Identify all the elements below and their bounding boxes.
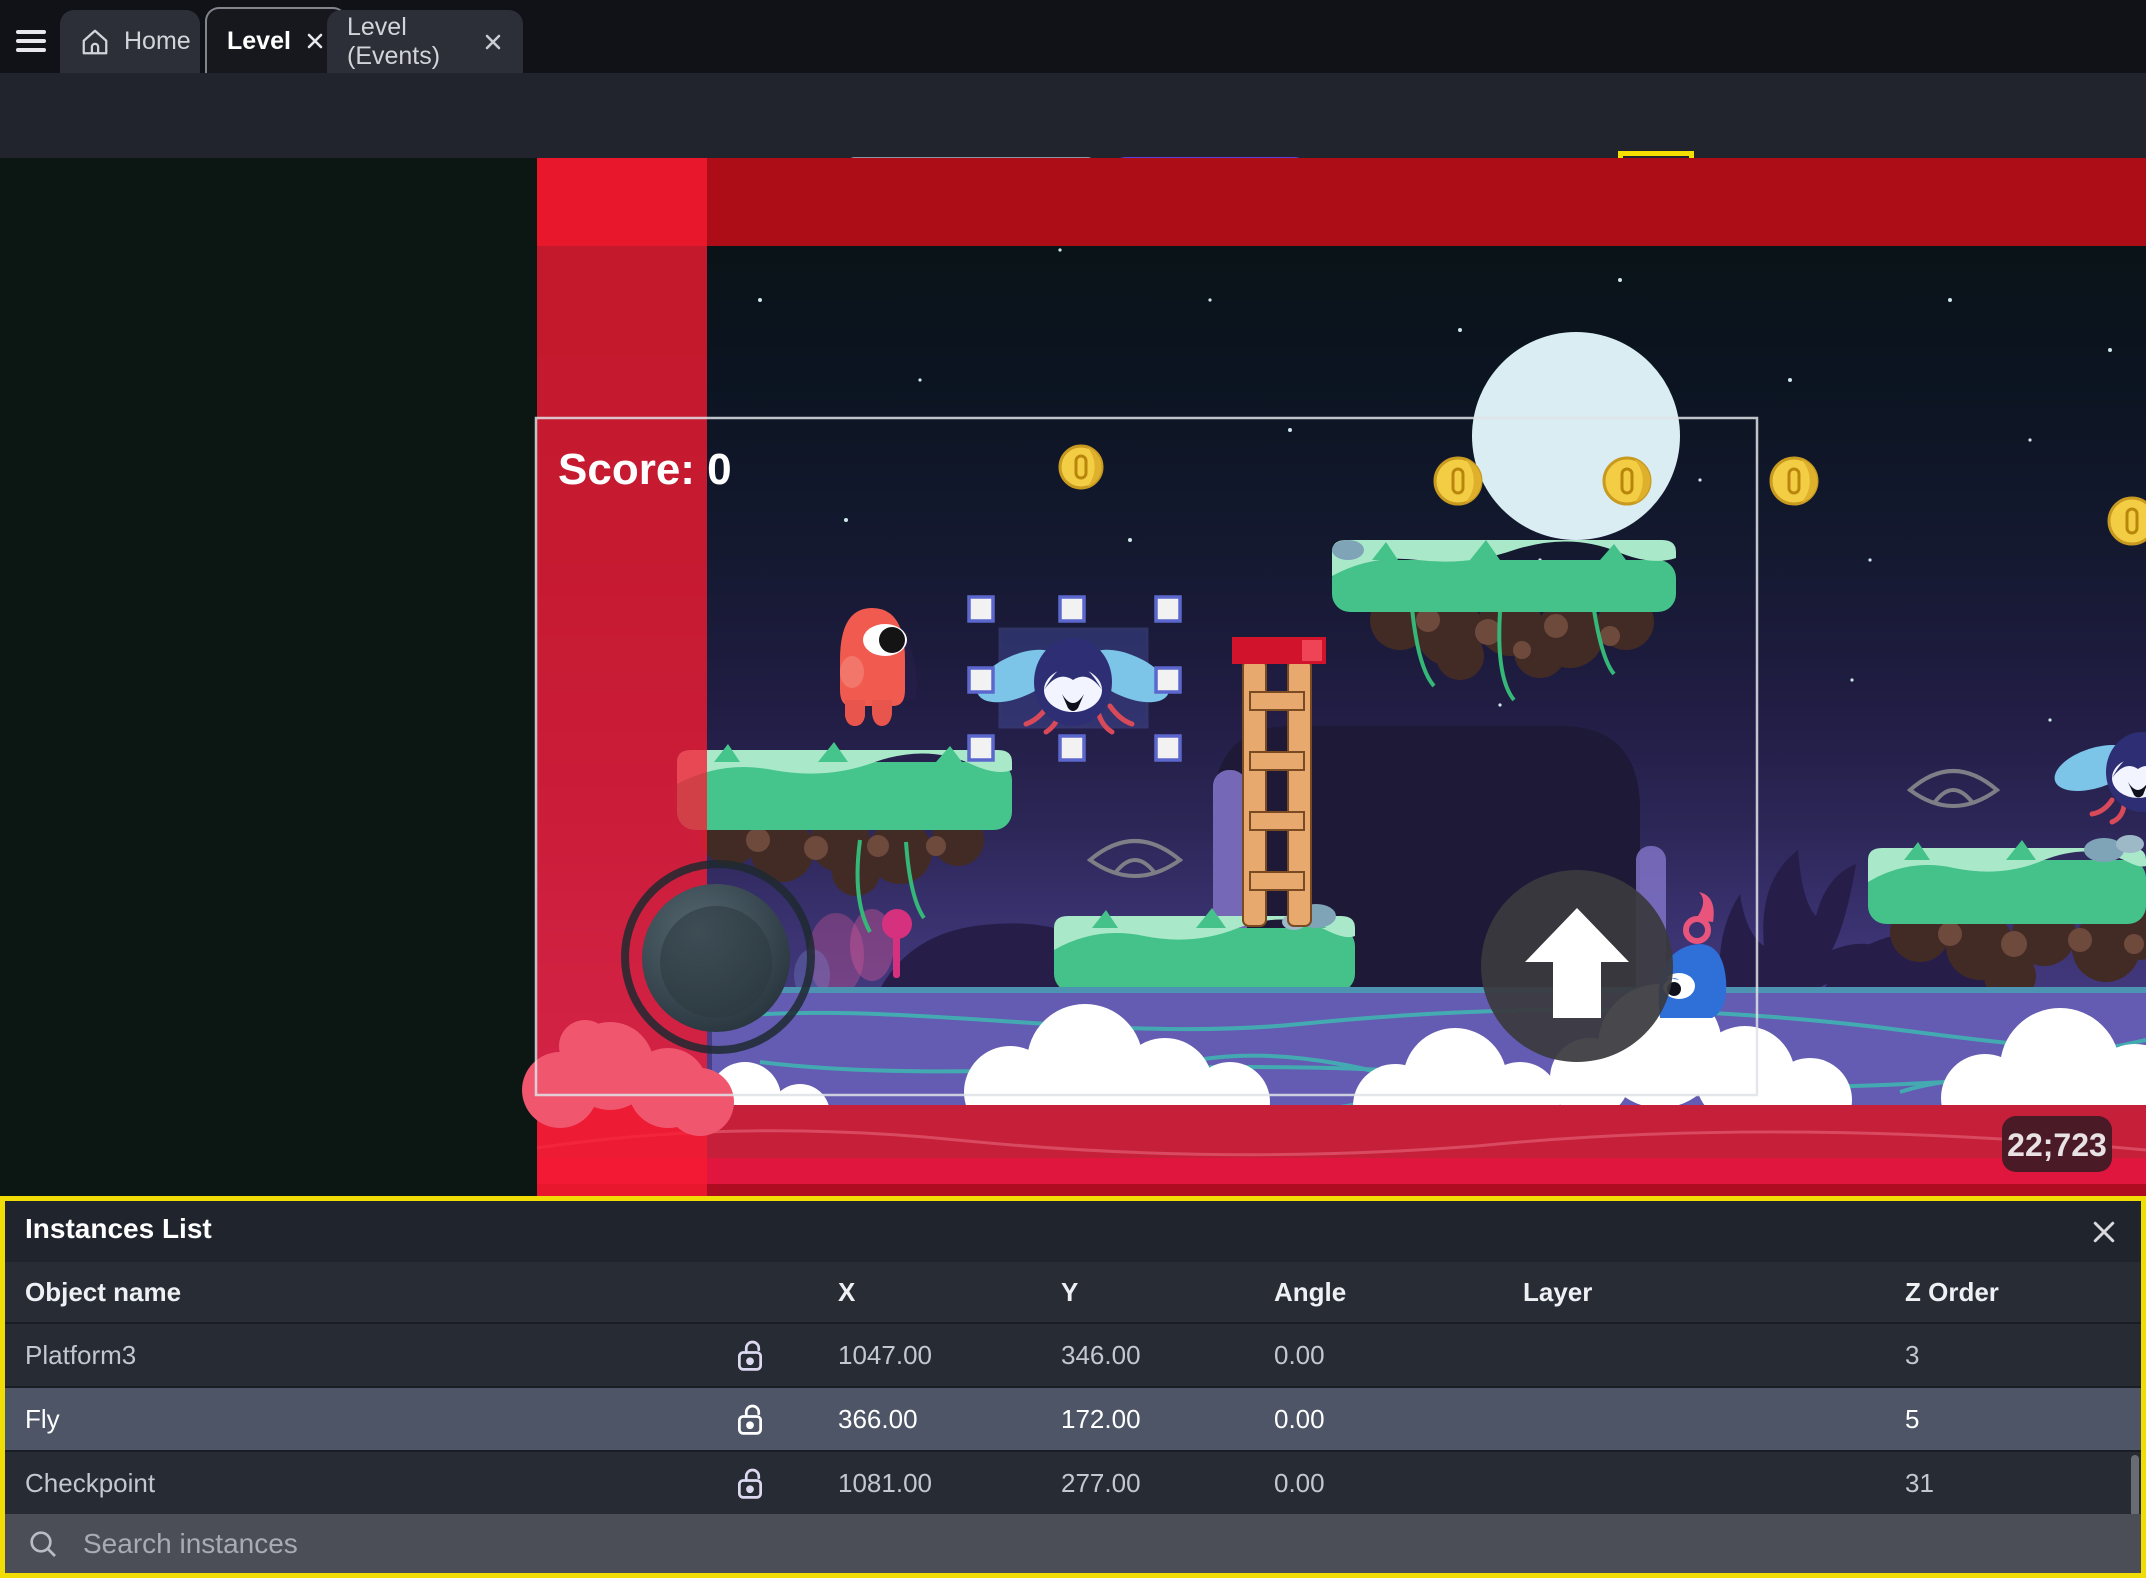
col-layer[interactable]: Layer <box>1475 1277 1857 1308</box>
coin-5[interactable] <box>2107 496 2146 546</box>
close-icon <box>2093 1221 2115 1243</box>
instance-angle[interactable]: 0.00 <box>1226 1404 1475 1435</box>
instance-zorder[interactable]: 3 <box>1857 1340 2141 1371</box>
col-x[interactable]: X <box>780 1277 1003 1308</box>
close-icon[interactable] <box>305 31 325 51</box>
unlock-icon[interactable] <box>735 1401 765 1437</box>
instance-name: Checkpoint <box>25 1467 156 1498</box>
search-icon <box>30 1530 56 1557</box>
instance-zorder[interactable]: 31 <box>1857 1468 2141 1499</box>
red-ground[interactable] <box>536 1105 2146 1196</box>
col-angle[interactable]: Angle <box>1226 1277 1475 1308</box>
instance-y[interactable]: 277.00 <box>1003 1468 1226 1499</box>
main-menu-icon[interactable] <box>16 25 46 52</box>
tab-level-events[interactable]: Level (Events) <box>327 10 523 73</box>
editor-toolbar: Preview Publish <box>0 73 2146 227</box>
home-icon <box>82 29 108 54</box>
instance-y[interactable]: 346.00 <box>1003 1340 1226 1371</box>
instance-name: Platform3 <box>25 1339 137 1370</box>
col-object-name[interactable]: Object name <box>5 1277 720 1308</box>
close-icon[interactable] <box>483 32 503 52</box>
col-y[interactable]: Y <box>1003 1277 1226 1308</box>
unlock-icon[interactable] <box>735 1337 765 1373</box>
instance-zorder[interactable]: 5 <box>1857 1404 2141 1435</box>
tab-level-events-label: Level (Events) <box>347 12 441 70</box>
tab-bar: Home Level Level (Events) <box>0 0 2146 73</box>
tab-level-label: Level <box>227 26 291 55</box>
instance-x[interactable]: 1081.00 <box>780 1468 1003 1499</box>
tab-level[interactable]: Level <box>205 7 347 73</box>
unlock-icon[interactable] <box>735 1465 765 1501</box>
search-instances-input[interactable] <box>81 1526 1481 1561</box>
coin-3[interactable] <box>1602 456 1652 506</box>
coords-text: 22;723 <box>2007 1127 2107 1163</box>
coin-1[interactable] <box>1058 444 1104 490</box>
instance-row-checkpoint[interactable]: Checkpoint 1081.00 277.00 0.00 31 <box>5 1450 2141 1514</box>
instance-x[interactable]: 366.00 <box>780 1404 1003 1435</box>
instances-search-bar <box>5 1514 2141 1573</box>
panel-title: Instances List <box>25 1213 212 1244</box>
cursor-coordinates-badge: 22;723 <box>2002 1116 2112 1172</box>
tab-home-label: Home <box>124 27 191 55</box>
tab-home[interactable]: Home <box>60 10 200 73</box>
gdevelop-editor-window: Home Level Level (Events) Score: 0 22;72… <box>0 0 2146 1578</box>
panel-close-button[interactable] <box>2089 1217 2119 1247</box>
instances-list-panel: Instances List Object name X Y Angle Lay… <box>0 1196 2146 1578</box>
coin-4[interactable] <box>1769 456 1819 506</box>
instance-name: Fly <box>25 1403 60 1434</box>
joystick-control[interactable] <box>621 860 815 1054</box>
panel-scrollbar[interactable] <box>2131 1455 2139 1517</box>
score-text[interactable]: Score: 0 <box>558 445 732 494</box>
scene-render: Score: 0 22;723 <box>522 158 2146 1196</box>
moon[interactable] <box>1472 332 1680 540</box>
col-zorder[interactable]: Z Order <box>1857 1277 2141 1308</box>
coin-2[interactable] <box>1433 456 1483 506</box>
red-ceiling-block[interactable] <box>537 158 2146 246</box>
instance-y[interactable]: 172.00 <box>1003 1404 1226 1435</box>
instances-table-header: Object name X Y Angle Layer Z Order <box>5 1262 2141 1322</box>
instance-x[interactable]: 1047.00 <box>780 1340 1003 1371</box>
instance-row-fly[interactable]: Fly 366.00 172.00 0.00 5 <box>5 1386 2141 1450</box>
instance-row-platform3[interactable]: Platform3 1047.00 346.00 0.00 3 <box>5 1322 2141 1386</box>
instance-angle[interactable]: 0.00 <box>1226 1340 1475 1371</box>
instance-angle[interactable]: 0.00 <box>1226 1468 1475 1499</box>
scene-editor-canvas[interactable]: Score: 0 22;723 <box>0 158 2146 1196</box>
jump-button[interactable] <box>1481 870 1673 1062</box>
